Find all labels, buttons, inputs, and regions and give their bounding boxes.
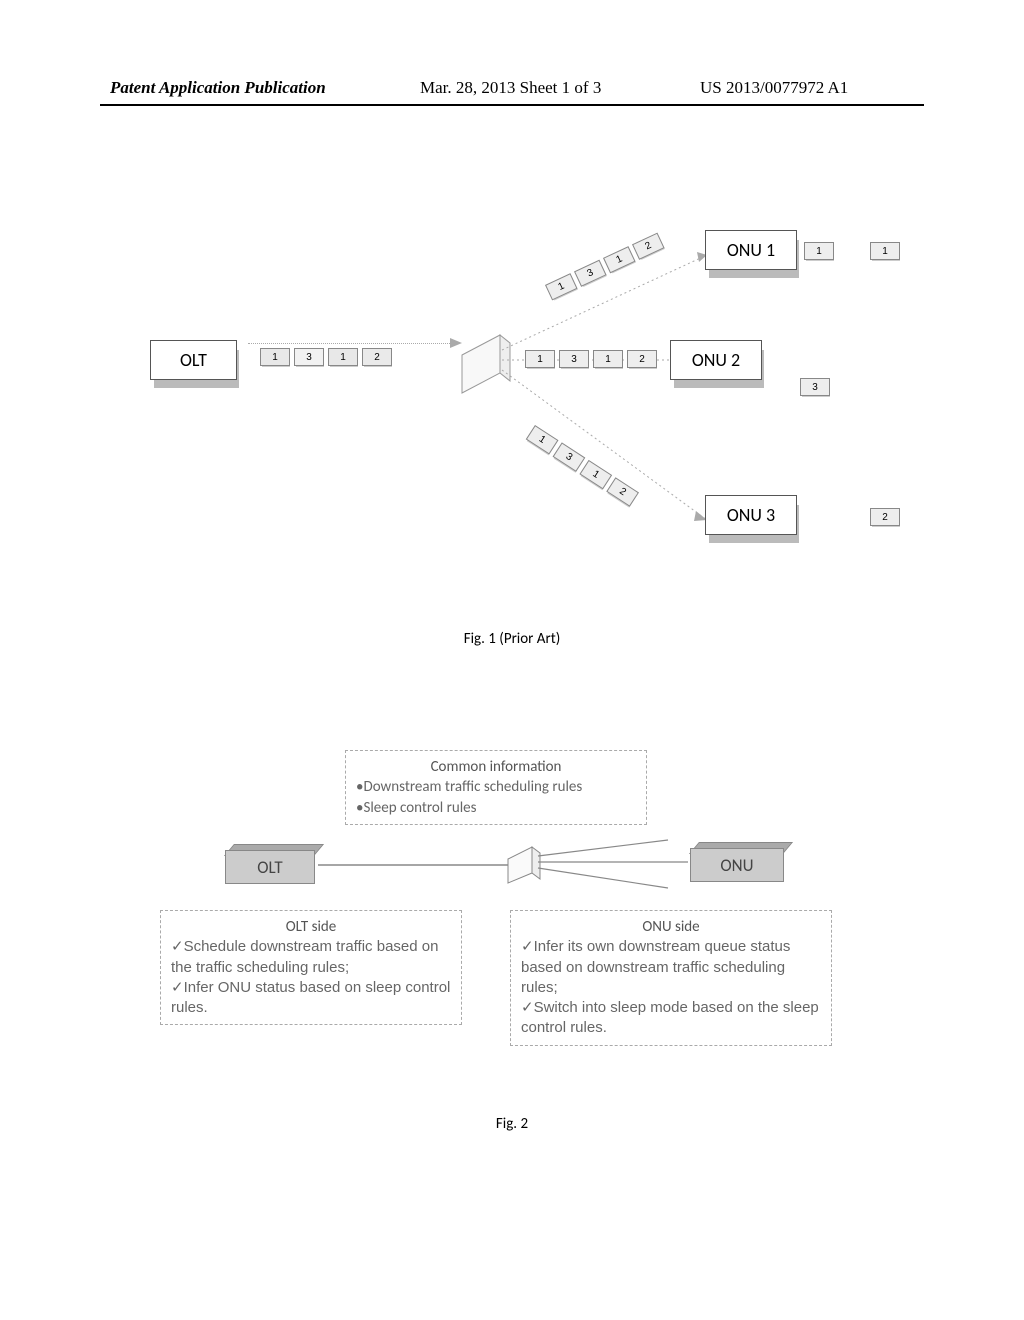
common-info-box: Common information •Downstream traffic s… <box>345 750 647 825</box>
onu-side-item: ✓Switch into sleep mode based on the sle… <box>521 998 821 1039</box>
figure-1-caption: Fig. 1 (Prior Art) <box>0 630 1024 648</box>
onu-side-title: ONU side <box>521 917 821 937</box>
header-right: US 2013/0077972 A1 <box>700 78 848 98</box>
common-info-item: •Downstream traffic scheduling rules <box>356 777 636 797</box>
olt-to-splitter-line <box>318 860 513 870</box>
figure-2-caption: Fig. 2 <box>0 1115 1024 1133</box>
figure-1: OLT 1 3 1 2 1 3 1 2 <box>150 230 890 620</box>
olt-side-item: ✓Infer ONU status based on sleep control… <box>171 978 451 1019</box>
onu-side-item: ✓Infer its own downstream queue status b… <box>521 937 821 998</box>
header-middle: Mar. 28, 2013 Sheet 1 of 3 <box>420 78 601 98</box>
header-left: Patent Application Publication <box>110 78 326 98</box>
splitter-icon <box>508 845 542 885</box>
common-info-title: Common information <box>356 757 636 777</box>
header-rule <box>100 104 924 106</box>
olt-outgoing-arrow <box>248 343 458 344</box>
onu-side-box: ONU side ✓Infer its own downstream queue… <box>510 910 832 1046</box>
figure-2: Common information •Downstream traffic s… <box>170 750 870 1110</box>
olt-side-item: ✓Schedule downstream traffic based on th… <box>171 937 451 978</box>
common-info-item: •Sleep control rules <box>356 798 636 818</box>
olt-side-box: OLT side ✓Schedule downstream traffic ba… <box>160 910 462 1025</box>
olt-side-title: OLT side <box>171 917 451 937</box>
splitter-fanout <box>538 838 708 898</box>
